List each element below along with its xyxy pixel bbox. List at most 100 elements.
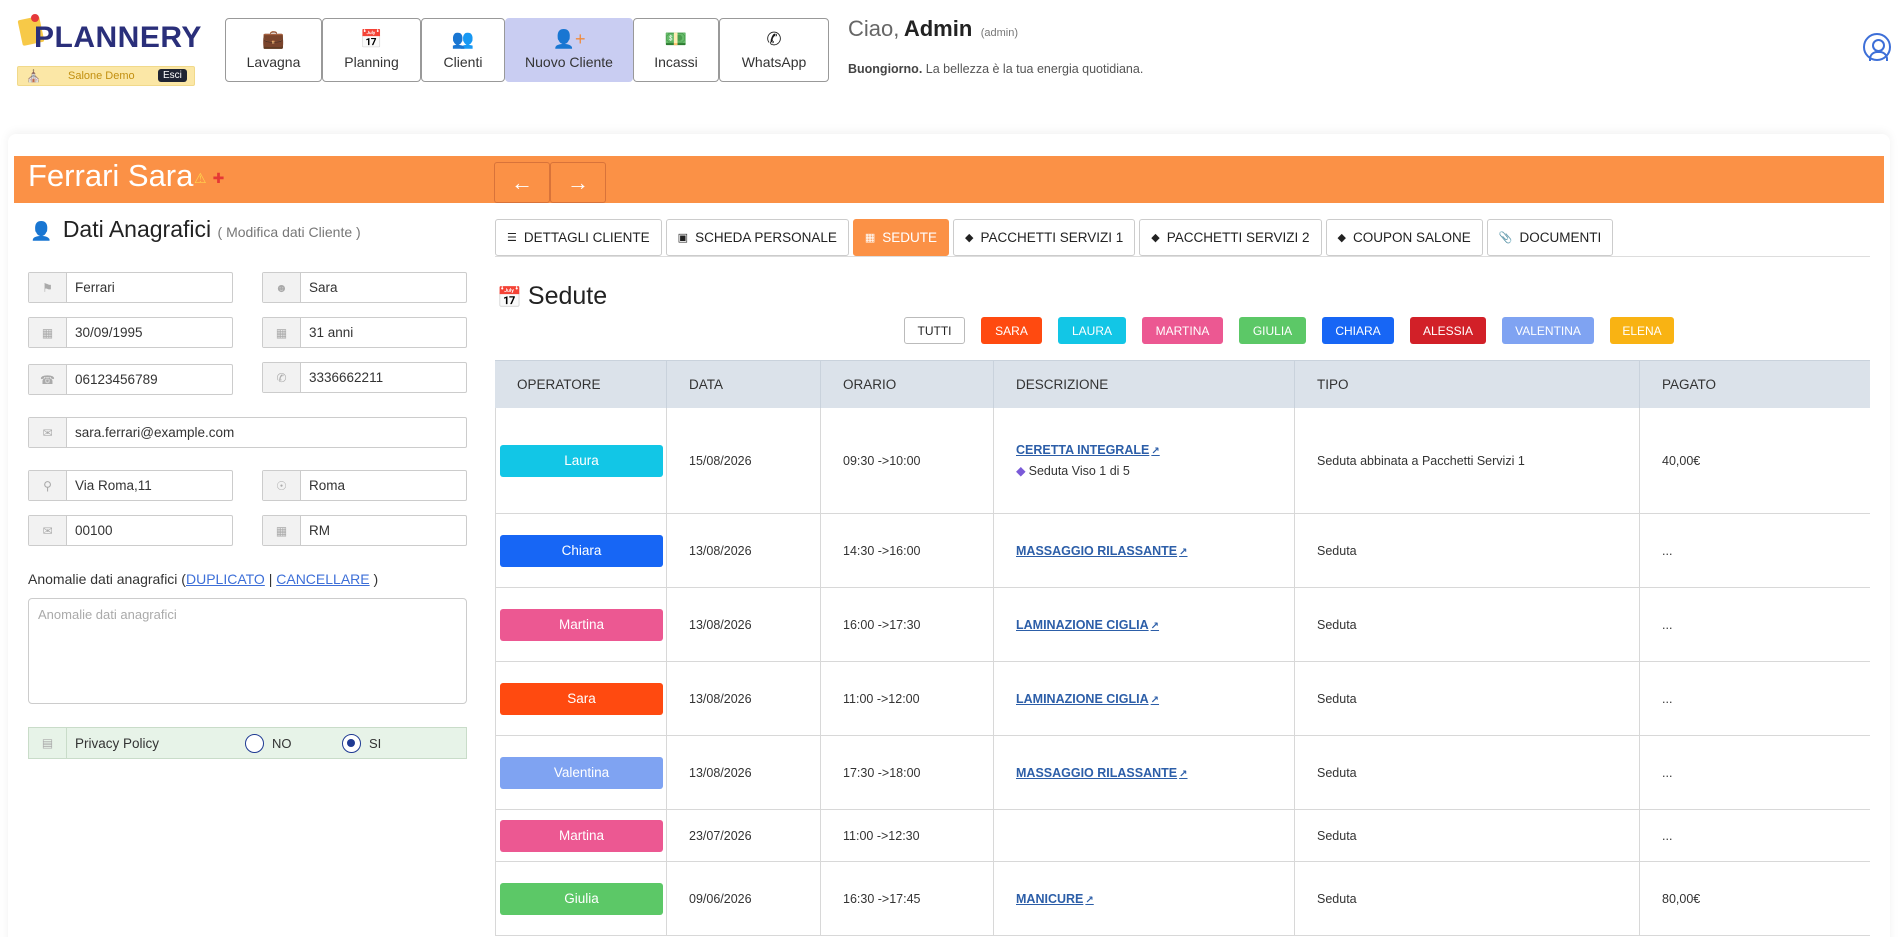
pagato-cell: 40,00€	[1662, 453, 1701, 468]
greeting: Ciao, Admin (admin)	[848, 16, 1018, 42]
operator-badge[interactable]: Chiara	[500, 534, 663, 567]
service-link[interactable]: LAMINAZIONE CIGLIA ↗	[1016, 692, 1159, 706]
cognome-field[interactable]: ⚑ Ferrari	[28, 272, 233, 303]
cancellare-link[interactable]: CANCELLARE	[276, 571, 369, 587]
filter-sara[interactable]: SARA	[981, 317, 1042, 344]
col-operatore[interactable]: OPERATORE	[495, 361, 667, 408]
pagato-cell: 80,00€	[1662, 891, 1701, 906]
operator-badge[interactable]: Sara	[500, 682, 663, 715]
tipo-cell: Seduta	[1295, 810, 1640, 861]
descrizione-cell: LAMINAZIONE CIGLIA ↗	[994, 588, 1295, 661]
table-row[interactable]: Giulia 09/06/2026 16:30 ->17:45 MANICURE ↗ Se…	[495, 862, 1870, 936]
calendar-icon: ▦	[29, 318, 67, 347]
col-orario[interactable]: ORARIO	[821, 361, 994, 408]
nav-nuovo-cliente[interactable]: 👤+ Nuovo Cliente	[505, 18, 633, 82]
age-value: 31 anni	[309, 325, 354, 340]
tipo-cell: Seduta	[1295, 662, 1640, 735]
table-row[interactable]: Martina 23/07/2026 11:00 ->12:30 Seduta...	[495, 810, 1870, 862]
col-data[interactable]: DATA	[667, 361, 821, 408]
nome-value: Sara	[309, 280, 338, 295]
external-link-icon: ↗	[1150, 694, 1160, 706]
greeting-subtitle: Buongiorno. La bellezza è la tua energia…	[848, 62, 1143, 76]
users-icon: 👥	[451, 29, 475, 49]
filter-alessia[interactable]: ALESSIA	[1410, 317, 1486, 344]
logo[interactable]: PLANNERY ⛪ Salone Demo Esci	[16, 14, 201, 88]
operator-badge[interactable]: Martina	[500, 819, 663, 852]
privacy-no-radio[interactable]	[245, 733, 264, 753]
tipo-cell: Seduta	[1295, 736, 1640, 809]
service-link[interactable]: LAMINAZIONE CIGLIA ↗	[1016, 618, 1159, 632]
tab-pacchetti-servizi-2[interactable]: ◆ PACCHETTI SERVIZI 2	[1139, 219, 1322, 256]
table-row[interactable]: Martina 13/08/2026 16:00 ->17:30 LAMINAZION…	[495, 588, 1870, 662]
pagato-cell: ...	[1662, 828, 1673, 843]
service-link[interactable]: MASSAGGIO RILASSANTE ↗	[1016, 766, 1188, 780]
nav-whatsapp[interactable]: ✆ WhatsApp	[719, 18, 829, 82]
orario-cell: 16:30 ->17:45	[821, 862, 994, 935]
next-client-button[interactable]: →	[550, 162, 606, 203]
user-account-icon[interactable]	[1863, 33, 1891, 61]
province-field[interactable]: ▦ RM	[262, 515, 467, 546]
filter-martina[interactable]: MARTINA	[1142, 317, 1223, 344]
nav-clienti[interactable]: 👥 Clienti	[421, 18, 505, 82]
calendar-grid-icon: ▦	[263, 318, 301, 347]
table-row[interactable]: Laura 15/08/2026 09:30 ->10:00 CERETTA INTE…	[495, 408, 1870, 514]
map-pin-icon: ⚲	[29, 471, 67, 500]
table-row[interactable]: Valentina 13/08/2026 17:30 ->18:00 MASSAGGI…	[495, 736, 1870, 810]
whatsapp-icon: ✆	[263, 363, 301, 392]
descrizione-cell: CERETTA INTEGRALE ↗ ◆ Seduta Viso 1 di 5	[994, 408, 1295, 513]
operatore-cell: Sara	[495, 662, 667, 735]
tab-pacchetti-servizi-1[interactable]: ◆ PACCHETTI SERVIZI 1	[953, 219, 1136, 256]
col-tipo[interactable]: TIPO	[1295, 361, 1640, 408]
mobile-field[interactable]: ✆ 3336662211	[262, 362, 467, 393]
previous-client-button[interactable]: ←	[494, 162, 550, 203]
nav-planning[interactable]: 📅 Planning	[322, 18, 421, 82]
filter-tutti[interactable]: TUTTI	[904, 317, 965, 344]
table-row[interactable]: Sara 13/08/2026 11:00 ->12:00 LAMINAZIONE C…	[495, 662, 1870, 736]
filter-valentina[interactable]: VALENTINA	[1502, 317, 1594, 344]
service-link[interactable]: MASSAGGIO RILASSANTE ↗	[1016, 544, 1188, 558]
email-field[interactable]: ✉ sara.ferrari@example.com	[28, 417, 467, 448]
tab-label: PACCHETTI SERVIZI 2	[1166, 230, 1310, 245]
tab-label: SEDUTE	[882, 230, 938, 245]
city-field[interactable]: ☉ Roma	[262, 470, 467, 501]
operator-badge[interactable]: Giulia	[500, 882, 663, 915]
brand-name: PLANNERY	[34, 21, 202, 54]
warning-icon[interactable]: ⚠	[194, 170, 207, 186]
service-name: MASSAGGIO RILASSANTE	[1016, 765, 1178, 780]
address-field[interactable]: ⚲ Via Roma,11	[28, 470, 233, 501]
table-row[interactable]: Chiara 13/08/2026 14:30 ->16:00 MASSAGGIO R…	[495, 514, 1870, 588]
filter-giulia[interactable]: GIULIA	[1239, 317, 1306, 344]
operator-badge[interactable]: Valentina	[500, 756, 663, 789]
col-pagato[interactable]: PAGATO	[1640, 361, 1870, 408]
external-link-icon: ↗	[1151, 446, 1160, 457]
col-descrizione[interactable]: DESCRIZIONE	[994, 361, 1295, 408]
nome-field[interactable]: ☻ Sara	[262, 272, 467, 303]
privacy-si-radio[interactable]	[342, 733, 361, 753]
email-value: sara.ferrari@example.com	[75, 425, 235, 440]
operator-badge[interactable]: Laura	[500, 444, 663, 477]
birthdate-value: 30/09/1995	[75, 325, 143, 340]
service-link[interactable]: MANICURE ↗	[1016, 892, 1094, 906]
birthdate-field[interactable]: ▦ 30/09/1995	[28, 317, 233, 348]
tab-sedute[interactable]: ▦ SEDUTE	[852, 219, 950, 256]
nav-incassi[interactable]: 💵 Incassi	[633, 18, 719, 82]
tab-documenti[interactable]: 📎 DOCUMENTI	[1486, 219, 1614, 256]
operator-badge[interactable]: Martina	[500, 608, 663, 641]
medical-kit-icon[interactable]: ✚	[213, 170, 225, 186]
cap-field[interactable]: ✉ 00100	[28, 515, 233, 546]
anomalie-textarea[interactable]: Anomalie dati anagrafici	[28, 598, 467, 704]
filter-laura[interactable]: LAURA	[1058, 317, 1126, 344]
tab-dettagli-cliente[interactable]: ☰ DETTAGLI CLIENTE	[495, 219, 662, 256]
tab-scheda-personale[interactable]: ▣ SCHEDA PERSONALE	[665, 219, 849, 256]
filter-elena[interactable]: ELENA	[1610, 317, 1674, 344]
filter-chiara[interactable]: CHIARA	[1322, 317, 1394, 344]
edit-client-link[interactable]: ( Modifica dati Cliente )	[218, 224, 361, 240]
logout-button[interactable]: Esci	[158, 69, 187, 82]
tab-coupon-salone[interactable]: ◆ COUPON SALONE	[1325, 219, 1483, 256]
descrizione-cell: MASSAGGIO RILASSANTE ↗	[994, 514, 1295, 587]
duplicato-link[interactable]: DUPLICATO	[186, 571, 265, 587]
phone-field[interactable]: ☎ 06123456789	[28, 364, 233, 395]
service-link[interactable]: CERETTA INTEGRALE ↗	[1016, 443, 1160, 457]
nav-lavagna[interactable]: 💼 Lavagna	[225, 18, 322, 82]
tags-icon: ◆	[965, 232, 974, 244]
